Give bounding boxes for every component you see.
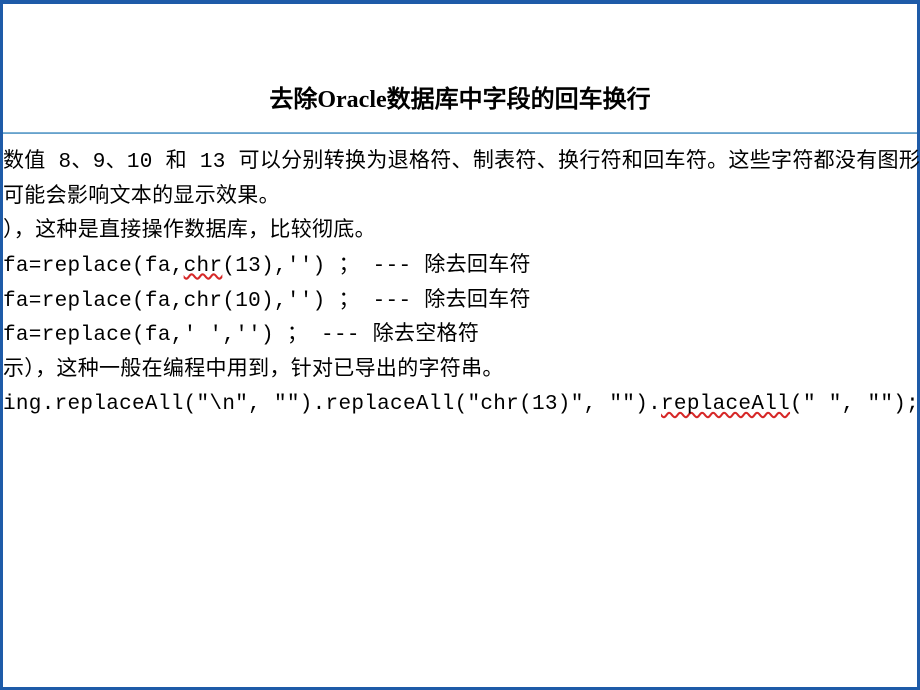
title-divider: [3, 132, 917, 134]
spellcheck-wavy: chr: [184, 255, 223, 278]
code-fragment: (13),'') ； --- 除去回车符: [222, 255, 530, 278]
document-content: 去除Oracle数据库中字段的回车换行 数值 8、9、10 和 13 可以分别转…: [3, 4, 917, 423]
text-line-7: 示），这种一般在编程中用到，针对已导出的字符串。: [3, 354, 917, 389]
code-fragment: ing.replaceAll("\n", "").replaceAll("chr…: [3, 393, 661, 416]
text-line-2: 可能会影响文本的显示效果。: [3, 181, 917, 216]
code-fragment: (" ", "");: [790, 393, 919, 416]
text-line-8: ing.replaceAll("\n", "").replaceAll("chr…: [3, 388, 917, 423]
text-line-4: fa=replace(fa,chr(13),'') ； --- 除去回车符: [3, 250, 917, 285]
document-body: 数值 8、9、10 和 13 可以分别转换为退格符、制表符、换行符和回车符。这些…: [3, 146, 917, 423]
text-line-1: 数值 8、9、10 和 13 可以分别转换为退格符、制表符、换行符和回车符。这些…: [3, 146, 917, 181]
code-fragment: fa=replace(fa,: [3, 255, 184, 278]
spellcheck-wavy: replaceAll: [661, 393, 790, 416]
text-line-5: fa=replace(fa,chr(10),'') ； --- 除去回车符: [3, 285, 917, 320]
text-line-6: fa=replace(fa,' ','') ； --- 除去空格符: [3, 319, 917, 354]
document-title: 去除Oracle数据库中字段的回车换行: [3, 79, 917, 114]
text-line-3: ），这种是直接操作数据库，比较彻底。: [3, 215, 917, 250]
